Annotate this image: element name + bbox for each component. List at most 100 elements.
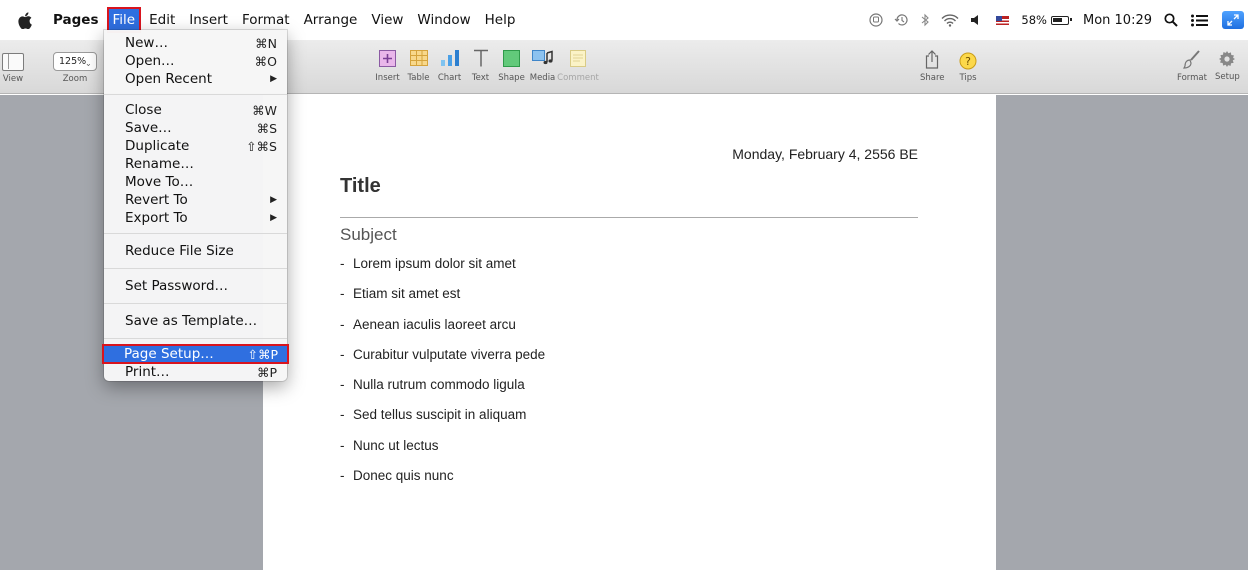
list-item[interactable]: - Lorem ipsum dolor sit amet <box>340 256 545 286</box>
shape-icon <box>503 49 520 67</box>
input-source-flag-icon[interactable] <box>996 15 1010 25</box>
menu-view[interactable]: View <box>364 9 410 31</box>
zoom-control[interactable]: 125% Zoom <box>53 52 97 84</box>
list-item[interactable]: - Donec quis nunc <box>340 468 545 498</box>
menu-help[interactable]: Help <box>478 9 523 31</box>
submenu-arrow-icon: ▶ <box>270 195 277 205</box>
bluetooth-icon[interactable] <box>920 13 930 27</box>
time-machine-icon[interactable] <box>894 13 909 27</box>
menu-item-new[interactable]: New… ⌘N <box>104 34 287 52</box>
list-item-text: Donec quis nunc <box>353 468 454 484</box>
menu-item-duplicate[interactable]: Duplicate ⇧⌘S <box>104 137 287 155</box>
menu-item-open-recent[interactable]: Open Recent ▶ <box>104 70 287 88</box>
table-button[interactable]: Table <box>403 48 434 83</box>
file-menu-dropdown: New… ⌘N Open… ⌘O Open Recent ▶ Close ⌘W Save… <box>102 30 289 381</box>
format-brush-icon <box>1183 50 1200 69</box>
menu-item-label: Save as Template… <box>125 313 258 329</box>
menu-item-label: Page Setup… <box>124 346 214 362</box>
submenu-arrow-icon: ▶ <box>270 74 277 84</box>
shape-button[interactable]: Shape <box>496 48 527 83</box>
list-item-text: Sed tellus suscipit in aliquam <box>353 407 527 423</box>
menu-item-export-to[interactable]: Export To ▶ <box>104 209 287 227</box>
spotlight-search-icon[interactable] <box>1164 13 1178 27</box>
fullscreen-toggle-icon[interactable] <box>1222 11 1244 29</box>
menu-item-set-password[interactable]: Set Password… <box>104 275 287 297</box>
format-label: Format <box>1177 73 1207 83</box>
insert-button[interactable]: Insert <box>372 48 403 83</box>
menu-item-shortcut: ⇧⌘S <box>246 138 277 154</box>
menu-item-save[interactable]: Save… ⌘S <box>104 119 287 137</box>
battery-percent: 58% <box>1021 13 1047 27</box>
view-icon <box>2 53 24 71</box>
menu-item-print[interactable]: Print… ⌘P <box>104 363 287 381</box>
menu-item-rename[interactable]: Rename… <box>104 155 287 173</box>
menu-separator <box>104 338 287 339</box>
airplay-icon[interactable] <box>869 13 884 27</box>
document-subject[interactable]: Subject <box>340 225 397 245</box>
menu-file[interactable]: File <box>106 7 142 33</box>
battery-status[interactable]: 58% <box>1021 13 1072 27</box>
media-button[interactable]: Media <box>527 48 558 83</box>
tips-label: Tips <box>959 73 977 83</box>
table-icon <box>409 50 428 66</box>
menu-item-reduce-file-size[interactable]: Reduce File Size <box>104 240 287 262</box>
menu-arrange[interactable]: Arrange <box>297 9 365 31</box>
document-date[interactable]: Monday, February 4, 2556 BE <box>732 146 918 162</box>
menu-item-open[interactable]: Open… ⌘O <box>104 52 287 70</box>
list-item[interactable]: - Curabitur vulputate viverra pede <box>340 347 545 377</box>
view-button[interactable]: View <box>0 53 26 84</box>
setup-button[interactable]: Setup <box>1215 50 1240 82</box>
share-icon <box>926 50 939 69</box>
menu-item-revert-to[interactable]: Revert To ▶ <box>104 191 287 209</box>
bullet-list: - Lorem ipsum dolor sit amet - Etiam sit a… <box>340 256 545 498</box>
menu-window[interactable]: Window <box>410 9 477 31</box>
chart-button[interactable]: Chart <box>434 48 465 83</box>
menu-insert[interactable]: Insert <box>182 9 235 31</box>
menu-separator <box>104 268 287 269</box>
notification-center-icon[interactable] <box>1191 14 1208 27</box>
menu-edit[interactable]: Edit <box>142 9 182 31</box>
list-item-text: Aenean iaculis laoreet arcu <box>353 316 516 332</box>
chart-label: Chart <box>437 73 462 83</box>
battery-icon <box>1050 15 1072 25</box>
document-page[interactable]: Monday, February 4, 2556 BE Title Subjec… <box>263 95 996 570</box>
menu-item-label: Reduce File Size <box>125 243 234 259</box>
list-item[interactable]: - Etiam sit amet est <box>340 286 545 316</box>
share-button[interactable]: Share <box>920 50 945 83</box>
media-label: Media <box>529 73 556 83</box>
setup-label: Setup <box>1215 72 1240 82</box>
list-item[interactable]: - Nulla rutrum commodo ligula <box>340 377 545 407</box>
menu-item-shortcut: ⌘P <box>256 364 277 380</box>
menu-item-label: Move To… <box>125 174 194 190</box>
list-item[interactable]: - Nunc ut lectus <box>340 438 545 468</box>
insert-icon <box>379 49 396 67</box>
setup-gear-icon <box>1219 51 1236 67</box>
list-item-text: Etiam sit amet est <box>353 286 461 302</box>
list-item[interactable]: - Sed tellus suscipit in aliquam <box>340 407 545 437</box>
app-menu-pages[interactable]: Pages <box>46 9 106 31</box>
format-button[interactable]: Format <box>1177 50 1207 83</box>
menu-item-save-as-template[interactable]: Save as Template… <box>104 310 287 332</box>
title-divider <box>340 217 918 218</box>
menu-format[interactable]: Format <box>235 9 297 31</box>
text-button[interactable]: Text <box>465 48 496 83</box>
zoom-select[interactable]: 125% <box>53 52 97 71</box>
menu-item-label: Print… <box>125 364 170 380</box>
list-item-text: Lorem ipsum dolor sit amet <box>353 256 516 271</box>
clock[interactable]: Mon 10:29 <box>1083 13 1152 28</box>
zoom-label: Zoom <box>62 74 88 84</box>
comment-button: Comment <box>557 48 599 83</box>
tips-button[interactable]: ? Tips <box>959 52 977 83</box>
menu-item-page-setup[interactable]: Page Setup… ⇧⌘P <box>102 344 289 364</box>
document-title[interactable]: Title <box>340 175 381 198</box>
menu-item-move-to[interactable]: Move To… <box>104 173 287 191</box>
menu-item-close[interactable]: Close ⌘W <box>104 101 287 119</box>
text-label: Text <box>471 73 490 83</box>
wifi-icon[interactable] <box>941 13 959 27</box>
list-item-text: Curabitur vulputate viverra pede <box>353 346 546 362</box>
list-item[interactable]: - Aenean iaculis laoreet arcu <box>340 317 545 347</box>
list-item-text: Nunc ut lectus <box>353 437 439 453</box>
apple-icon[interactable] <box>18 11 32 29</box>
volume-icon[interactable] <box>970 14 980 26</box>
svg-text:?: ? <box>965 55 971 68</box>
